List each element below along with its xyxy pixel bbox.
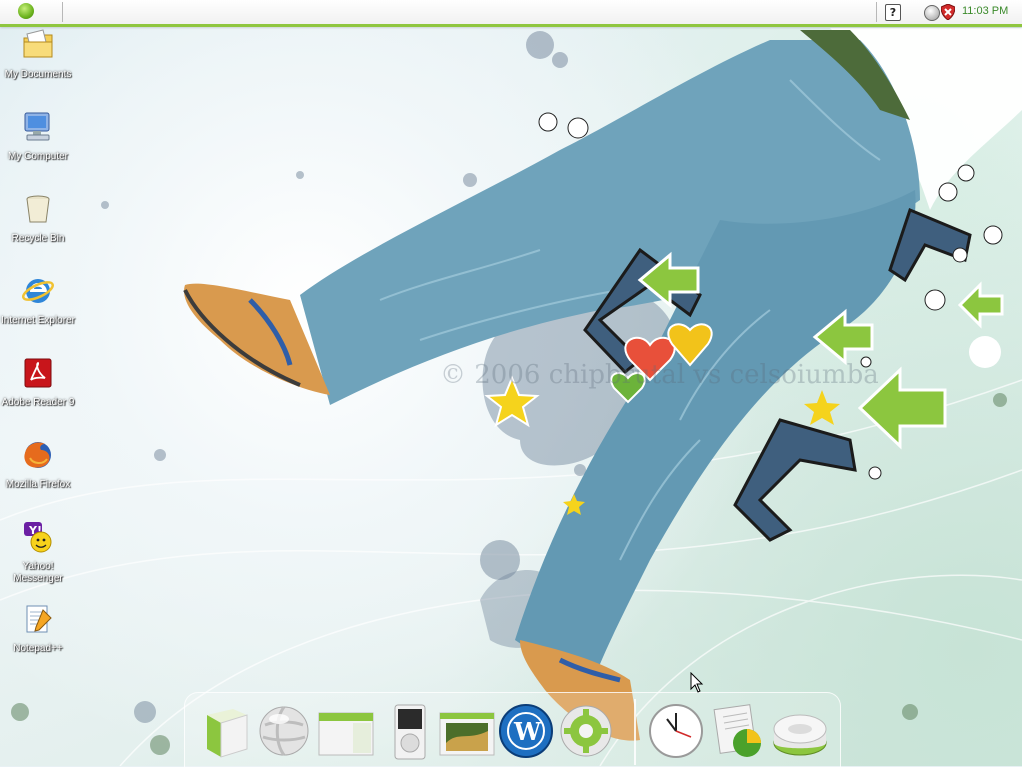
desktop-icon-label: Notepad++: [13, 643, 63, 654]
desktop-icon-mozilla-firefox[interactable]: Mozilla Firefox: [0, 438, 76, 491]
ipod-icon[interactable]: [381, 701, 439, 761]
folder-icon: [23, 29, 53, 58]
window-icon[interactable]: [317, 701, 375, 761]
box-icon[interactable]: [193, 701, 251, 761]
clock[interactable]: 11:03 PM: [962, 5, 1008, 17]
help-icon[interactable]: ?: [885, 4, 901, 21]
start-button[interactable]: [18, 3, 34, 19]
clock-icon[interactable]: [647, 701, 705, 761]
desktop-icon-label: Adobe Reader 9: [1, 397, 75, 408]
security-shield-icon[interactable]: [941, 4, 955, 20]
dock-separator: [634, 699, 636, 765]
desktop-wallpaper: © 2006 chipbrutal vs celsoiumba: [0, 0, 1022, 766]
desktop-icon-label: Yahoo! Messenger: [13, 561, 63, 584]
mouse-cursor-icon: [690, 672, 704, 693]
yahoo-messenger-icon: Y!: [24, 522, 52, 553]
desktop-icon-label: Recycle Bin: [11, 233, 65, 244]
desktop-icon-yahoo-messenger[interactable]: Y! Yahoo! Messenger: [0, 520, 76, 585]
desktop-icon-internet-explorer[interactable]: Internet Explorer: [0, 274, 76, 327]
desktop-icon-label: My Documents: [4, 69, 72, 80]
recycle-bin-icon: [26, 195, 50, 223]
desktop-icon-label: Mozilla Firefox: [5, 479, 71, 490]
desktop-icon-notepad[interactable]: Notepad++: [0, 602, 76, 655]
globe-icon[interactable]: [255, 701, 313, 761]
desktop-icon-label: Internet Explorer: [1, 315, 75, 326]
chart-document-icon[interactable]: [711, 701, 769, 761]
top-bar-divider: [62, 2, 63, 22]
top-bar: ? 11:03 PM: [0, 0, 1022, 27]
firefox-icon: [24, 442, 51, 468]
desktop-icon-label: My Computer: [7, 151, 68, 162]
settings-gear-icon[interactable]: [557, 701, 615, 761]
tray-divider: [876, 2, 877, 22]
svg-text:W: W: [513, 717, 542, 746]
wordpress-icon[interactable]: W: [497, 701, 555, 761]
notepad-icon: [26, 605, 52, 633]
volume-icon[interactable]: [924, 5, 940, 21]
drive-icon[interactable]: [771, 701, 829, 761]
desktop-icon-my-computer[interactable]: My Computer: [0, 110, 76, 163]
dock: W: [184, 692, 841, 767]
desktop-icon-recycle-bin[interactable]: Recycle Bin: [0, 192, 76, 245]
desktop-icon-adobe-reader[interactable]: Adobe Reader 9: [0, 356, 76, 409]
wallpaper-artwork: © 2006 chipbrutal vs celsoiumba: [0, 28, 1022, 766]
wallpaper-watermark: © 2006 chipbrutal vs celsoiumba: [440, 360, 879, 390]
desktop-icon-my-documents[interactable]: My Documents: [0, 28, 76, 81]
computer-icon: [24, 112, 50, 141]
photo-icon[interactable]: [438, 701, 496, 761]
adobe-reader-icon: [24, 358, 52, 388]
internet-explorer-icon: [22, 279, 54, 303]
